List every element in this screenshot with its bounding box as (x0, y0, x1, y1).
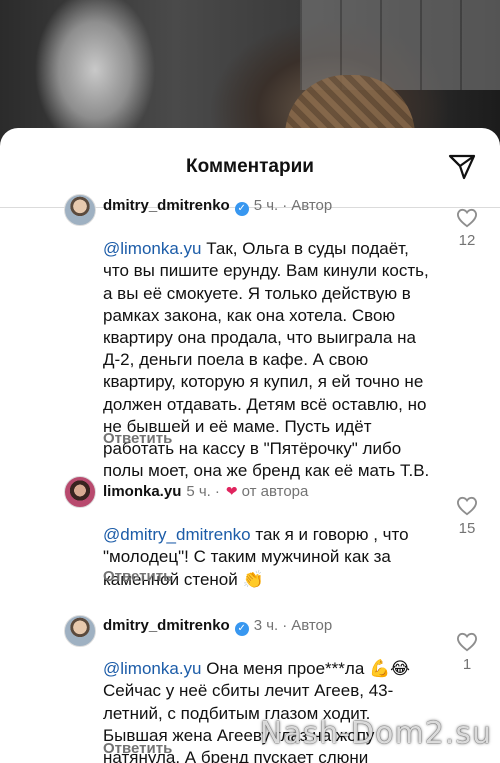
like-button[interactable]: 12 (452, 208, 482, 249)
author-tag: Автор (291, 197, 333, 214)
verified-badge-icon: ✓ (234, 202, 249, 216)
comment-time: 5 ч. (253, 197, 279, 214)
reply-button[interactable]: Ответить (103, 430, 172, 447)
avatar[interactable] (64, 615, 96, 647)
heart-outline-icon[interactable] (456, 632, 478, 652)
comment-username[interactable]: dmitry_dmitrenko (103, 617, 230, 634)
avatar[interactable] (64, 476, 96, 508)
like-count: 1 (462, 656, 472, 673)
comment-meta: limonka.yu 5 ч. · ❤ от автора (103, 483, 308, 500)
avatar[interactable] (64, 194, 96, 226)
author-tag: Автор (291, 617, 333, 634)
separator-dot: · (214, 483, 220, 500)
comment-time: 3 ч. (253, 617, 279, 634)
like-count: 15 (458, 520, 476, 537)
heart-outline-icon[interactable] (456, 496, 478, 516)
heart-filled-icon: ❤ (225, 483, 238, 499)
comment-mention[interactable]: @dmitry_dmitrenko (103, 525, 251, 544)
comment-time: 5 ч. (186, 483, 211, 500)
separator-dot: · (282, 617, 288, 634)
site-watermark: Nash-Dom2.su (259, 716, 492, 751)
comment-meta: dmitry_dmitrenko ✓ 3 ч. · Автор (103, 617, 332, 636)
like-count: 12 (458, 232, 476, 249)
like-button[interactable]: 1 (452, 632, 482, 673)
reply-button[interactable]: Ответить (103, 568, 172, 585)
like-button[interactable]: 15 (452, 496, 482, 537)
paper-plane-icon[interactable] (448, 154, 476, 180)
author-tag: от автора (241, 483, 309, 500)
comment-username[interactable]: dmitry_dmitrenko (103, 197, 230, 214)
separator-dot: · (282, 197, 288, 214)
comment-mention[interactable]: @limonka.yu (103, 239, 202, 258)
verified-badge-icon: ✓ (234, 622, 249, 636)
reply-button[interactable]: Ответить (103, 740, 172, 757)
comment-meta: dmitry_dmitrenko ✓ 5 ч. · Автор (103, 197, 332, 216)
comment-mention[interactable]: @limonka.yu (103, 659, 202, 678)
sheet-title: Комментарии (186, 156, 314, 177)
comment-username[interactable]: limonka.yu (103, 483, 181, 500)
heart-outline-icon[interactable] (456, 208, 478, 228)
